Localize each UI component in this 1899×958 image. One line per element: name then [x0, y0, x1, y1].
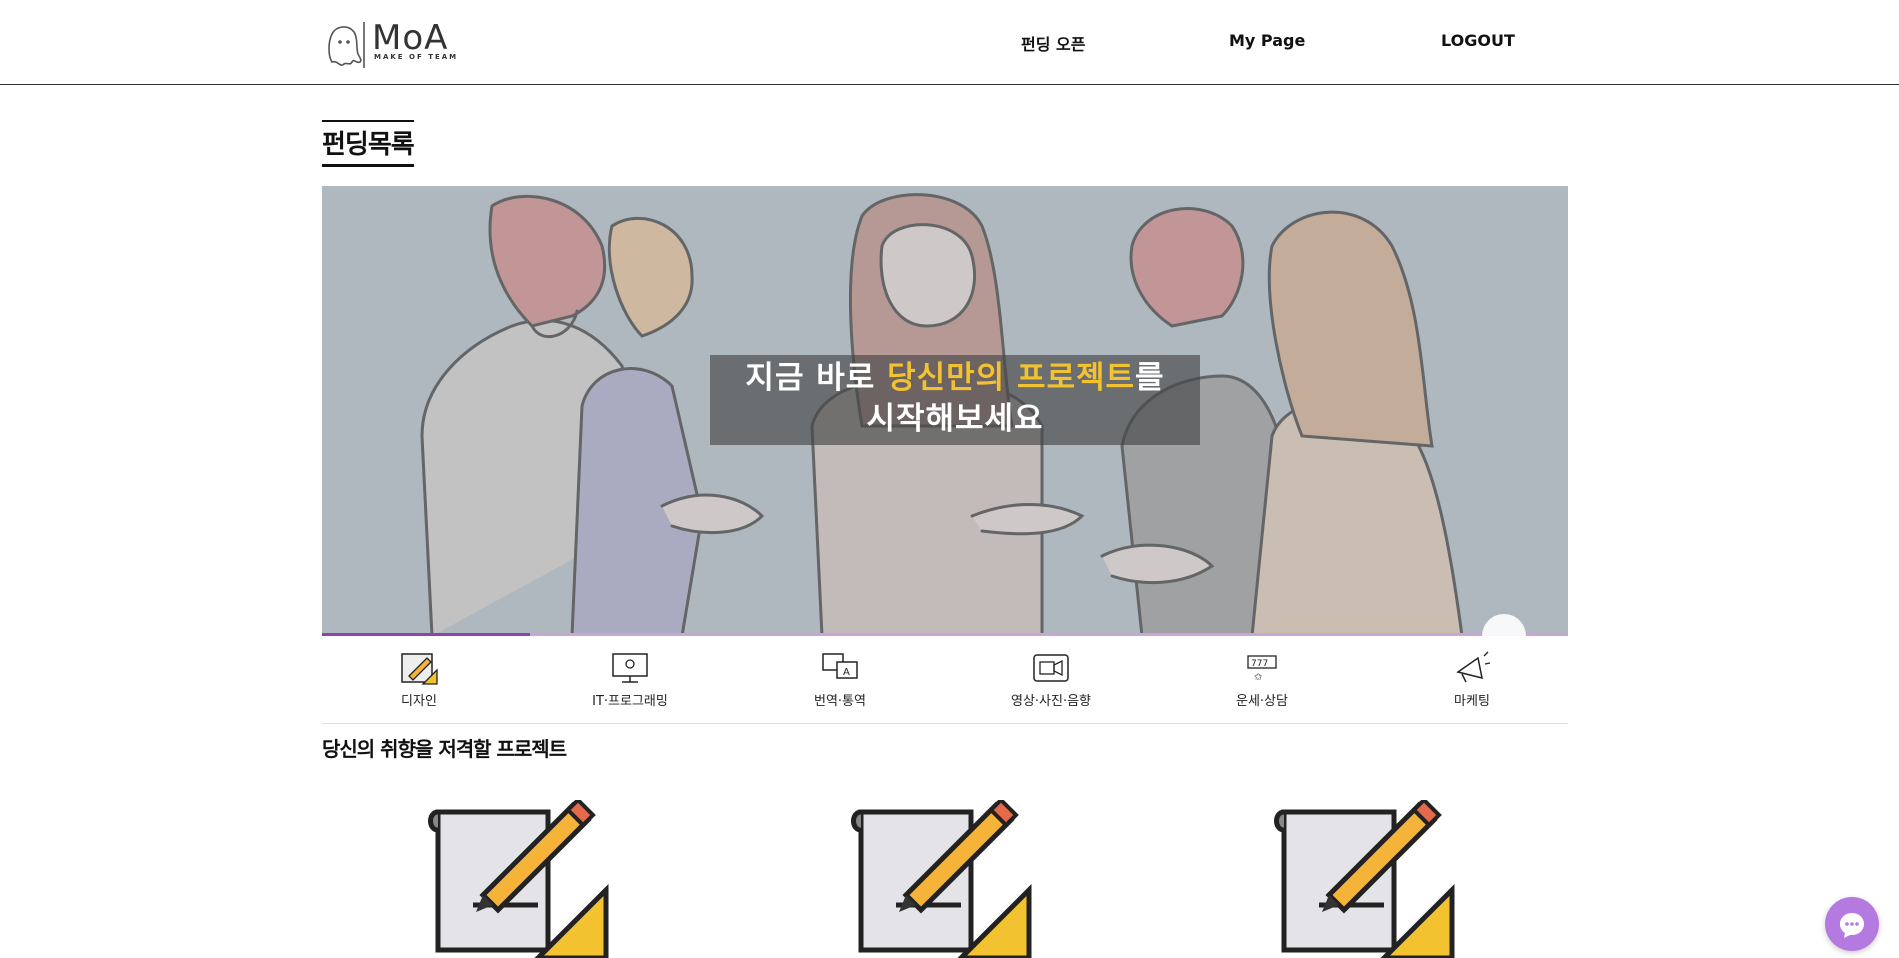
category-it-programming[interactable]: IT·프로그래밍 — [540, 650, 720, 709]
logo-subtext: MAKE OF TEAM — [374, 53, 459, 61]
banner-line-2: 시작해보세요 — [866, 401, 1044, 437]
chat-button[interactable] — [1825, 897, 1879, 951]
video-camera-icon — [1033, 654, 1069, 682]
computer-icon — [612, 653, 648, 683]
chat-bubble-icon — [1840, 913, 1864, 938]
page-title: 펀딩목록 — [322, 120, 415, 167]
banner-caption: 지금 바로 당신만의 프로젝트를 시작해보세요 — [710, 355, 1200, 445]
section-title: 당신의 취향을 저격할 프로젝트 — [322, 737, 567, 761]
category-marketing[interactable]: 마케팅 — [1382, 650, 1562, 709]
category-label: IT·프로그래밍 — [592, 694, 668, 709]
project-card[interactable] — [851, 800, 1041, 958]
svg-text:777: 777 — [1251, 659, 1268, 669]
nav-my-page[interactable]: My Page — [1229, 31, 1305, 50]
design-icon — [851, 800, 1032, 958]
header: MoA MAKE OF TEAM 펀딩 오픈 My Page LOGOUT — [0, 0, 1899, 85]
megaphone-icon — [1456, 651, 1491, 683]
svg-text:✩: ✩ — [1254, 672, 1263, 683]
banner-line-1-prefix: 지금 바로 — [745, 360, 888, 396]
category-fortune-counsel[interactable]: 777 ✩ 운세·상담 — [1172, 650, 1352, 709]
logo-wordmark: MoA — [372, 18, 449, 58]
logo[interactable]: MoA MAKE OF TEAM — [322, 18, 456, 70]
ghost-logo-icon — [328, 22, 365, 68]
category-translation[interactable]: A 번역·통역 — [750, 650, 930, 709]
category-label: 번역·통역 — [814, 694, 866, 709]
category-label: 디자인 — [401, 694, 437, 709]
project-card[interactable] — [1274, 800, 1464, 958]
nav-funding-open[interactable]: 펀딩 오픈 — [1021, 31, 1085, 55]
category-video-photo-audio[interactable]: 영상·사진·음향 — [961, 650, 1141, 709]
category-label: 마케팅 — [1454, 694, 1490, 709]
project-card[interactable] — [428, 800, 618, 958]
hero-banner[interactable]: 지금 바로 당신만의 프로젝트를 시작해보세요 — [322, 186, 1568, 636]
category-label: 영상·사진·음향 — [1010, 694, 1092, 709]
translation-icon: A — [822, 653, 858, 679]
category-design[interactable]: 디자인 — [329, 650, 509, 709]
design-icon — [401, 653, 438, 685]
design-icon — [1274, 800, 1455, 958]
banner-line-1: 지금 바로 당신만의 프로젝트를 — [710, 358, 1200, 399]
fortune-icon: 777 ✩ — [1247, 655, 1277, 683]
design-icon — [428, 800, 609, 958]
category-label: 운세·상담 — [1236, 694, 1288, 709]
banner-line-1-suffix: 를 — [1135, 360, 1165, 396]
svg-text:A: A — [843, 667, 850, 678]
nav-logout[interactable]: LOGOUT — [1441, 31, 1515, 50]
category-bar: 디자인 IT·프로그래밍 A 번역·통역 영상·사진·음향 777 ✩ 운세·상… — [322, 636, 1568, 724]
banner-highlight: 당신만의 프로젝트 — [887, 360, 1136, 396]
